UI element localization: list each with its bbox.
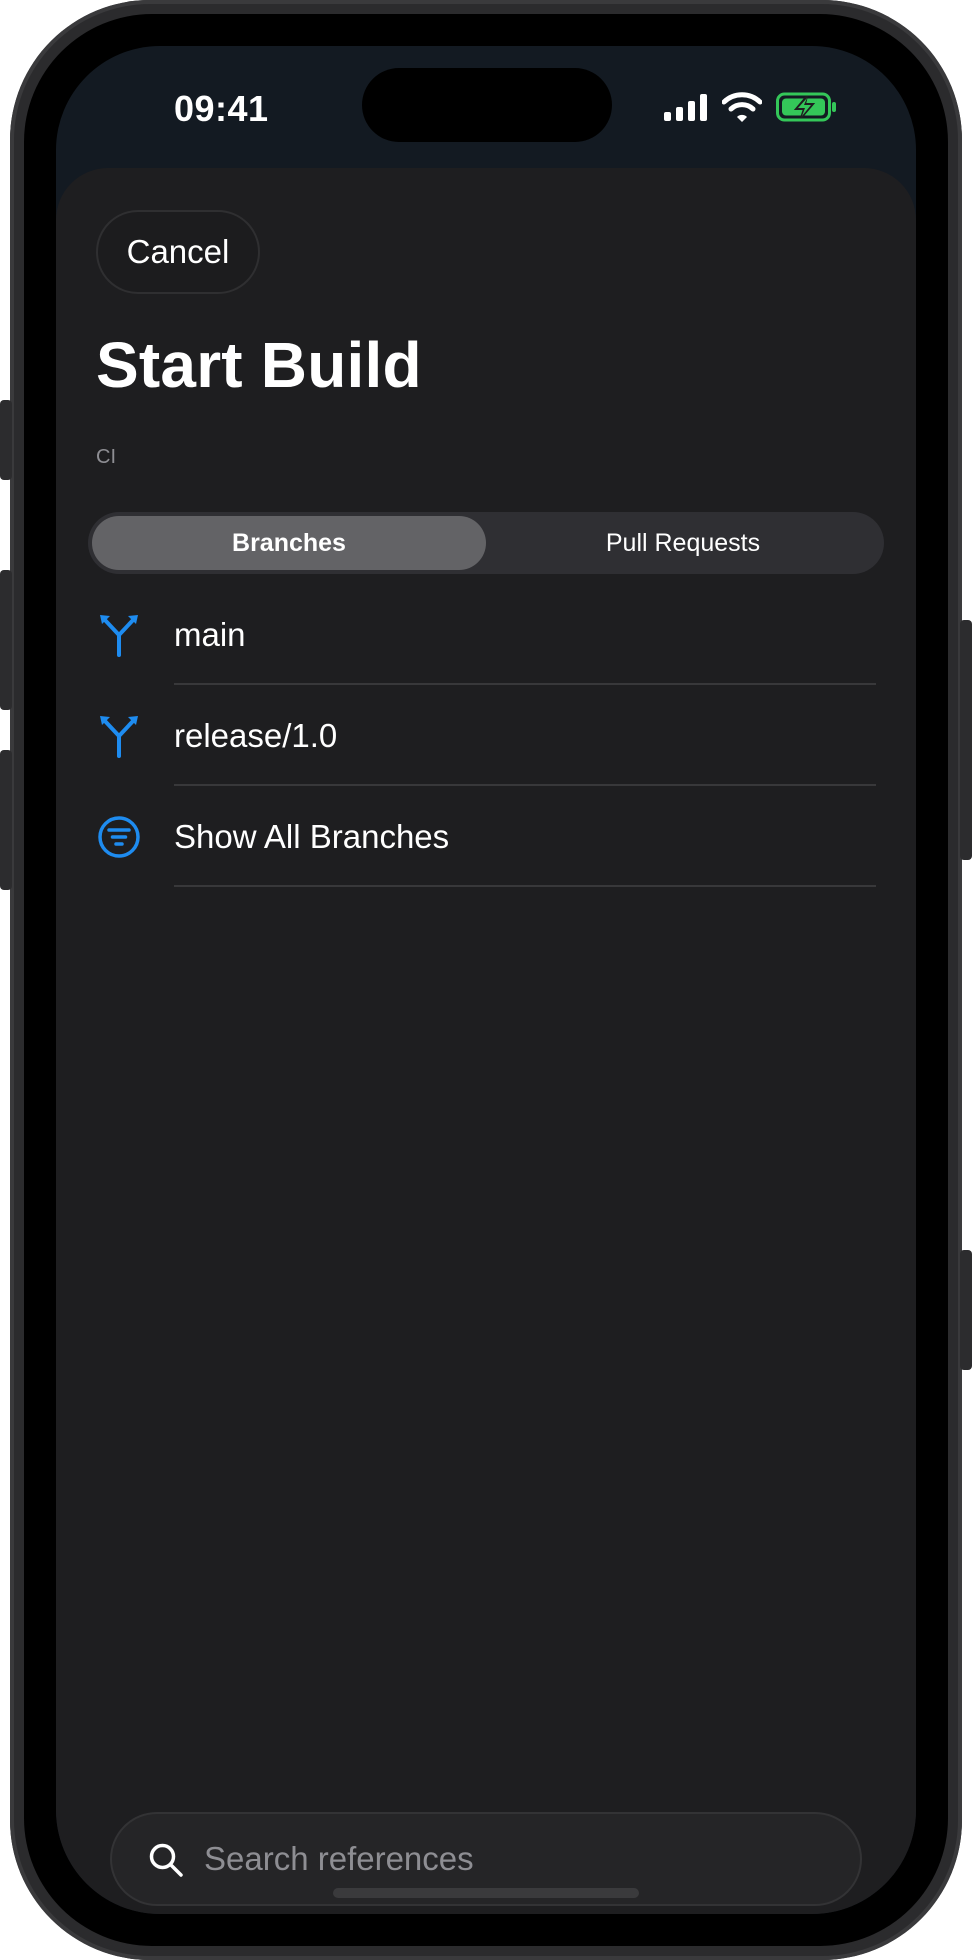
screen: 09:41 Cancel Start Build CI Branches Pul… bbox=[56, 46, 916, 1914]
dynamic-island bbox=[362, 68, 612, 142]
action-button bbox=[0, 400, 12, 480]
tab-pull-requests[interactable]: Pull Requests bbox=[486, 516, 880, 570]
status-time: 09:41 bbox=[174, 88, 269, 129]
reference-list: main release/1.0 Show All Branches bbox=[56, 584, 916, 887]
list-item-label: release/1.0 bbox=[174, 716, 338, 754]
cellular-signal-icon bbox=[664, 93, 708, 126]
home-indicator bbox=[333, 1888, 639, 1898]
camera-control-button bbox=[960, 1250, 972, 1370]
page-subtitle: CI bbox=[96, 446, 116, 468]
list-item-main[interactable]: main bbox=[56, 584, 916, 685]
filter-icon bbox=[96, 814, 142, 860]
search-icon bbox=[148, 1842, 184, 1878]
volume-down-button bbox=[0, 750, 12, 890]
segmented-control: Branches Pull Requests bbox=[88, 512, 884, 574]
list-item-show-all-branches[interactable]: Show All Branches bbox=[56, 786, 916, 887]
list-item-label: main bbox=[174, 615, 246, 653]
branch-icon bbox=[96, 612, 142, 658]
power-button bbox=[960, 620, 972, 860]
divider bbox=[174, 885, 876, 887]
list-item-label: Show All Branches bbox=[174, 817, 450, 855]
start-build-sheet: Cancel Start Build CI Branches Pull Requ… bbox=[56, 168, 916, 1914]
branch-icon bbox=[96, 713, 142, 759]
battery-charging-icon bbox=[776, 92, 838, 127]
page-title: Start Build bbox=[96, 329, 422, 401]
volume-up-button bbox=[0, 570, 12, 710]
wifi-icon bbox=[721, 92, 763, 127]
status-bar: 09:41 bbox=[56, 46, 916, 176]
tab-branches[interactable]: Branches bbox=[92, 516, 486, 570]
list-item-release[interactable]: release/1.0 bbox=[56, 685, 916, 786]
status-icons bbox=[664, 92, 838, 127]
cancel-button[interactable]: Cancel bbox=[96, 210, 260, 294]
